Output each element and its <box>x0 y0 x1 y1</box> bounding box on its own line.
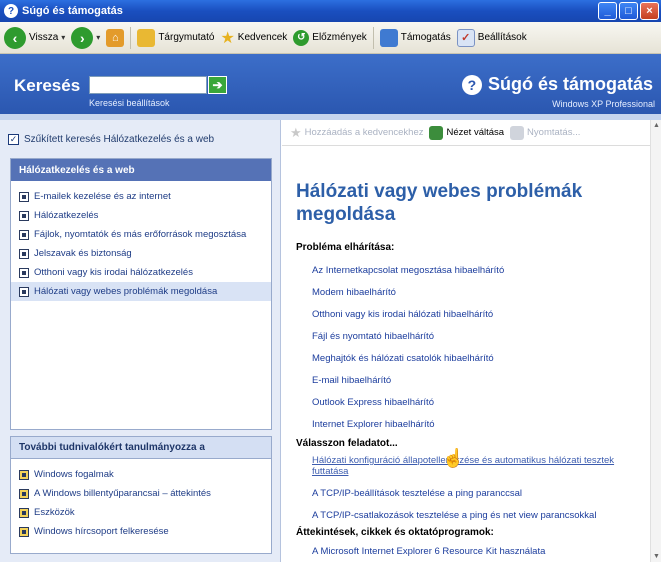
topic-item[interactable]: Otthoni vagy kis irodai hálózatkezelés <box>11 263 271 282</box>
panel-title: Hálózatkezelés és a web <box>11 159 271 181</box>
toolbar: ‹ Vissza ▾ › ▾ ⌂ Tárgymutató ★ Kedvencek… <box>0 22 661 54</box>
maximize-button[interactable]: □ <box>619 2 638 20</box>
forward-arrow-icon: › <box>71 26 94 49</box>
task-link[interactable]: A TCP/IP-csatlakozások tesztelése a ping… <box>312 510 596 521</box>
troubleshooter-link[interactable]: Fájl és nyomtató hibaelhárító <box>312 331 434 342</box>
search-go-button[interactable]: ➔ <box>208 76 227 94</box>
index-button[interactable]: Tárgymutató <box>137 28 214 47</box>
troubleshooter-link[interactable]: E-mail hibaelhárító <box>312 375 391 386</box>
book-icon <box>19 489 29 499</box>
change-view-button[interactable]: Nézet váltása <box>429 125 504 140</box>
history-button[interactable]: ↺ Előzmények <box>293 29 367 46</box>
add-favorites-button[interactable]: ★ Hozzáadás a kedvencekhez <box>290 125 423 141</box>
narrow-search-checkbox[interactable]: ✓ Szűkített keresés Hálózatkezelés és a … <box>8 134 214 145</box>
scroll-up-icon[interactable]: ▲ <box>651 120 661 131</box>
toolbar-separator <box>130 26 132 49</box>
star-icon: ★ <box>220 29 235 47</box>
favorites-button[interactable]: ★ Kedvencek <box>220 28 287 48</box>
minimize-button[interactable]: _ <box>598 2 617 20</box>
section-heading: Válasszon feladatot... <box>296 438 398 449</box>
more-item[interactable]: Windows hírcsoport felkeresése <box>11 522 271 541</box>
edition-label: Windows XP Professional <box>552 99 655 109</box>
section-heading: Áttekintések, cikkek és oktatóprogramok: <box>296 527 494 538</box>
forward-button[interactable]: › ▾ <box>71 26 101 49</box>
support-icon <box>379 28 398 47</box>
back-button[interactable]: ‹ Vissza ▾ <box>4 26 66 49</box>
article-link[interactable]: A Microsoft Internet Explorer 6 Resource… <box>312 546 545 557</box>
search-options-link[interactable]: Keresési beállítások <box>89 98 170 108</box>
book-icon <box>19 287 29 297</box>
checkbox-checked-icon: ✓ <box>8 134 19 145</box>
back-arrow-icon: ‹ <box>4 26 26 49</box>
topic-item-selected[interactable]: Hálózati vagy webes problémák megoldása <box>11 282 271 301</box>
book-icon <box>19 249 29 259</box>
close-button[interactable]: × <box>640 2 659 20</box>
troubleshooter-link[interactable]: Modem hibaelhárító <box>312 287 396 298</box>
troubleshooter-link[interactable]: Outlook Express hibaelhárító <box>312 397 434 408</box>
more-info-panel: További tudnivalókért tanulmányozza a Wi… <box>10 436 272 554</box>
page-title: Hálózati vagy webes problémák megoldása <box>296 181 583 225</box>
scroll-down-icon[interactable]: ▼ <box>651 551 661 562</box>
book-icon <box>19 211 29 221</box>
book-icon <box>19 268 29 278</box>
search-input[interactable] <box>89 76 207 94</box>
book-icon <box>19 192 29 202</box>
window-title: Súgó és támogatás <box>22 5 123 17</box>
book-icon <box>19 508 29 518</box>
help-icon: ? <box>4 4 18 18</box>
topic-item[interactable]: Fájlok, nyomtatók és más erőforrások meg… <box>11 225 271 244</box>
home-icon: ⌂ <box>106 28 125 47</box>
topic-panel: Hálózatkezelés és a web E-mailek kezelés… <box>10 158 272 430</box>
options-button[interactable]: ✓ Beállítások <box>456 28 527 47</box>
topic-item[interactable]: Hálózatkezelés <box>11 206 271 225</box>
topic-item[interactable]: E-mailek kezelése és az internet <box>11 187 271 206</box>
print-button[interactable]: Nyomtatás... <box>510 125 580 140</box>
hand-cursor-icon: ☝ <box>442 448 465 468</box>
topic-item[interactable]: Jelszavak és biztonság <box>11 244 271 263</box>
troubleshooter-link[interactable]: Meghajtók és hálózati csatolók hibaelhár… <box>312 353 494 364</box>
content-pane: ★ Hozzáadás a kedvencekhez Nézet váltása… <box>282 120 661 562</box>
content-toolbar: ★ Hozzáadás a kedvencekhez Nézet váltása… <box>282 120 650 146</box>
book-icon <box>19 527 29 537</box>
printer-icon <box>510 125 525 140</box>
troubleshooter-link[interactable]: Otthoni vagy kis irodai hálózati hibaelh… <box>312 309 493 320</box>
chevron-down-icon: ▾ <box>96 33 101 42</box>
section-heading: Probléma elhárítása: <box>296 242 395 253</box>
help-icon: ? <box>461 74 482 95</box>
search-header: Keresés ➔ Keresési beállítások ? Súgó és… <box>0 54 661 114</box>
title-bar: ? Súgó és támogatás _ □ × <box>0 0 661 22</box>
more-item[interactable]: Windows fogalmak <box>11 465 271 484</box>
view-icon <box>429 125 444 140</box>
toolbar-separator <box>372 26 374 49</box>
panel-title: További tudnivalókért tanulmányozza a <box>11 437 271 459</box>
book-icon <box>19 470 29 480</box>
troubleshooter-link[interactable]: Internet Explorer hibaelhárító <box>312 419 435 430</box>
troubleshooter-link[interactable]: Az Internetkapcsolat megosztása hibaelhá… <box>312 265 504 276</box>
more-item[interactable]: Eszközök <box>11 503 271 522</box>
home-button[interactable]: ⌂ <box>106 28 125 47</box>
search-label: Keresés <box>14 76 81 95</box>
star-icon: ★ <box>290 124 302 140</box>
options-icon: ✓ <box>456 28 475 47</box>
support-button[interactable]: Támogatás <box>379 28 451 47</box>
task-link[interactable]: A TCP/IP-beállítások tesztelése a ping p… <box>312 488 522 499</box>
book-icon <box>137 28 156 47</box>
more-item[interactable]: A Windows billentyűparancsai – áttekinté… <box>11 484 271 503</box>
book-icon <box>19 230 29 240</box>
history-icon: ↺ <box>293 29 310 46</box>
brand-title: ? Súgó és támogatás <box>461 74 653 95</box>
left-pane: ✓ Szűkített keresés Hálózatkezelés és a … <box>0 120 281 562</box>
scrollbar[interactable]: ▲ ▼ <box>650 120 661 562</box>
chevron-down-icon: ▾ <box>61 33 66 42</box>
